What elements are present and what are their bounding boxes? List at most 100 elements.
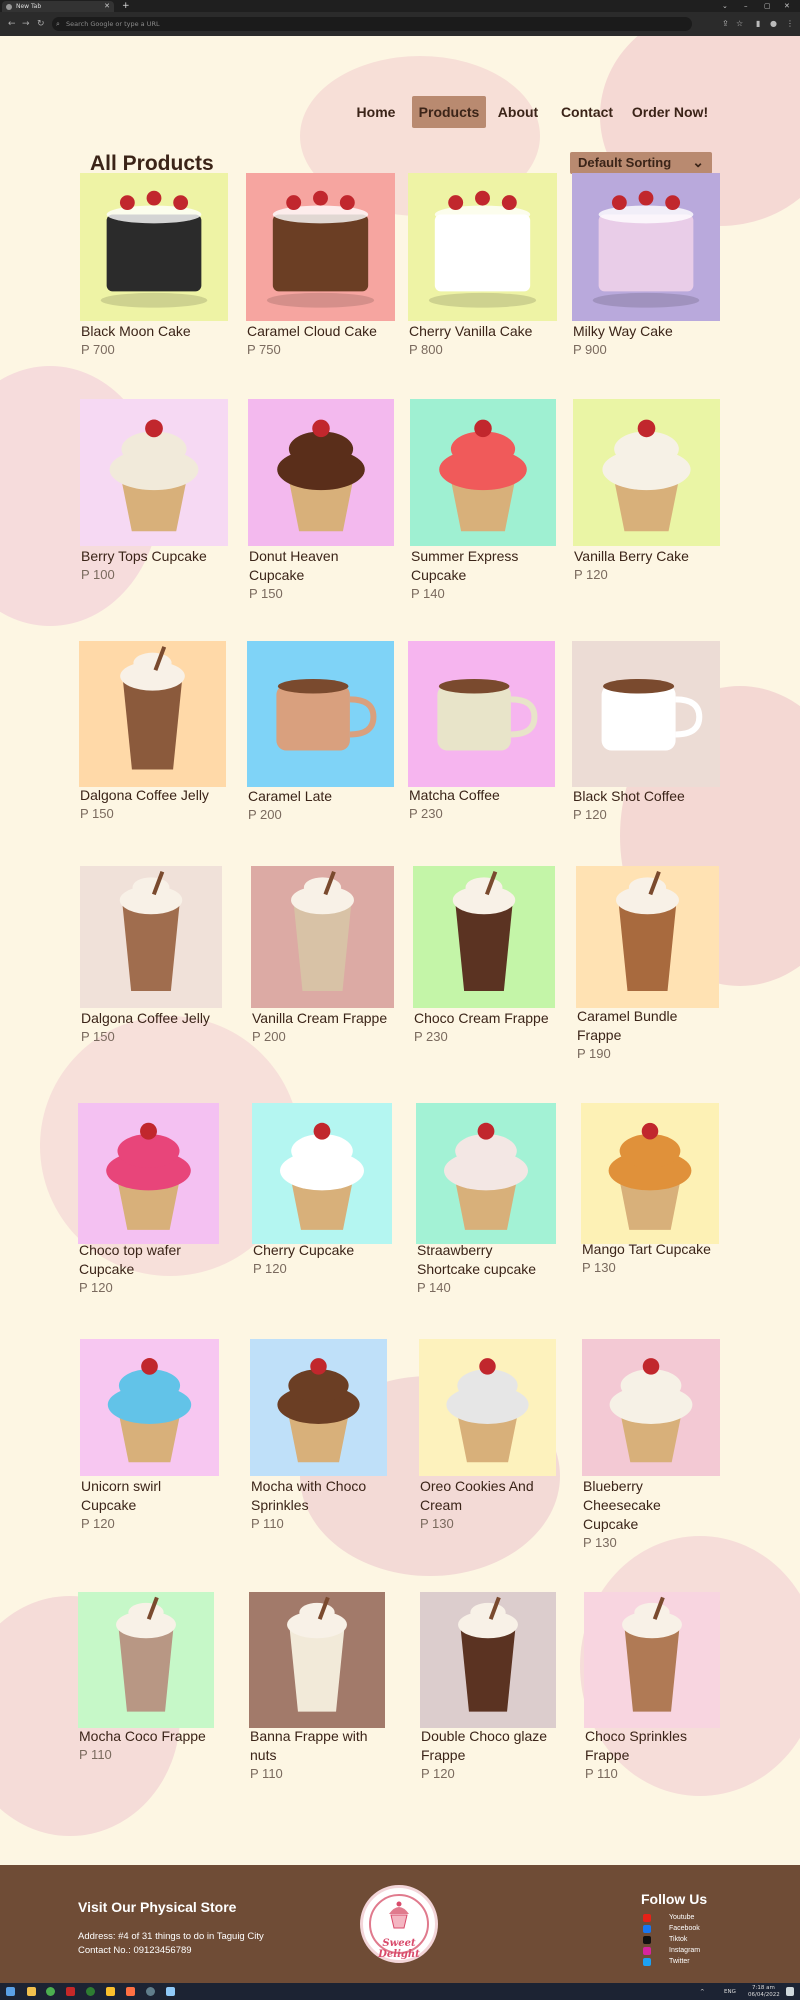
nav-about[interactable]: About: [494, 96, 542, 128]
maximize-icon[interactable]: ▢: [764, 0, 771, 12]
product-image[interactable]: [576, 866, 719, 1008]
product-name: Black Shot Coffee: [573, 788, 685, 804]
tray-chevron-icon[interactable]: ^: [700, 1988, 705, 1996]
product-image[interactable]: [408, 173, 557, 321]
product-image[interactable]: [249, 1592, 385, 1728]
product-price: P 110: [79, 1747, 112, 1762]
product-image[interactable]: [251, 866, 394, 1008]
product-name: Summer Express Cupcake: [411, 548, 519, 583]
product-image[interactable]: [252, 1103, 392, 1244]
nav-contact[interactable]: Contact: [557, 96, 617, 128]
chrome-taskbar-icon[interactable]: [46, 1987, 55, 1996]
social-label: Facebook: [669, 1925, 700, 1932]
close-window-icon[interactable]: ✕: [784, 0, 790, 12]
product-price: P 150: [81, 1029, 115, 1044]
product-image[interactable]: [80, 1339, 219, 1476]
language-indicator[interactable]: ENG: [724, 1988, 736, 1996]
product-name: Blueberry Cheesecake Cupcake: [583, 1478, 661, 1532]
product-image[interactable]: [572, 173, 720, 321]
product-name: Caramel Bundle Frappe: [577, 1008, 678, 1043]
product-image[interactable]: [80, 173, 228, 321]
new-tab-icon[interactable]: +: [122, 0, 130, 12]
share-icon[interactable]: ⇪: [722, 17, 729, 31]
notifications-icon[interactable]: [786, 1987, 794, 1996]
browser-tab-strip: New Tab ✕ + ⌄ – ▢ ✕: [0, 0, 800, 12]
store-contact: Contact No.: 09123456789: [78, 1945, 192, 1956]
sort-label: Default Sorting: [578, 155, 672, 170]
nav-order-now[interactable]: Order Now!: [630, 96, 710, 128]
search-icon: ⌕: [56, 20, 60, 28]
forward-icon[interactable]: →: [22, 17, 30, 31]
app-red-icon[interactable]: [66, 1987, 75, 1996]
reload-icon[interactable]: ↻: [37, 17, 45, 31]
product-name: Straawberry Shortcake cupcake: [417, 1242, 537, 1277]
active-app-icon[interactable]: [166, 1987, 175, 1996]
product-name: Caramel Cloud Cake: [247, 323, 377, 339]
product-image[interactable]: [581, 1103, 719, 1244]
product-image[interactable]: [416, 1103, 556, 1244]
product-image[interactable]: [79, 641, 226, 787]
windows-start-icon[interactable]: [6, 1987, 15, 1996]
product-image[interactable]: [582, 1339, 720, 1476]
product-image[interactable]: [572, 641, 720, 787]
footer: Visit Our Physical Store Address: #4 of …: [0, 1865, 800, 1983]
file-explorer-icon[interactable]: [27, 1987, 36, 1996]
product-price: P 700: [81, 342, 115, 357]
product-price: P 130: [420, 1516, 454, 1531]
sticky-notes-icon[interactable]: [106, 1987, 115, 1996]
sweet-delight-logo: Sweet Delight: [360, 1885, 438, 1963]
product-price: P 120: [573, 807, 607, 822]
product-image[interactable]: [247, 641, 394, 787]
browser-tab[interactable]: New Tab ✕: [2, 1, 114, 12]
product-name: Matcha Coffee: [409, 787, 500, 803]
social-label: Instagram: [669, 1947, 701, 1954]
product-name: Dalgona Coffee Jelly: [81, 1010, 210, 1026]
youtube-icon: [643, 1914, 651, 1922]
nav-products[interactable]: Products: [412, 96, 486, 128]
menu-kebab-icon[interactable]: ⋮: [786, 17, 794, 31]
sort-dropdown[interactable]: Default Sorting ⌄: [570, 152, 712, 174]
chevron-down-icon: ⌄: [692, 154, 704, 170]
profile-icon[interactable]: ●: [770, 17, 777, 31]
product-image[interactable]: [419, 1339, 556, 1476]
product-price: P 190: [577, 1046, 611, 1061]
product-image[interactable]: [80, 866, 222, 1008]
bookmark-star-icon[interactable]: ☆: [736, 17, 743, 31]
sidebar-icon[interactable]: ▮: [756, 17, 760, 31]
product-image[interactable]: [248, 399, 394, 546]
product-image[interactable]: [78, 1592, 214, 1728]
nav-home[interactable]: Home: [350, 96, 402, 128]
product-name: Cherry Vanilla Cake: [409, 323, 533, 339]
minimize-icon[interactable]: –: [744, 0, 748, 12]
product-name: Dalgona Coffee Jelly: [80, 787, 209, 803]
product-image[interactable]: [410, 399, 556, 546]
spotify-icon[interactable]: [86, 1987, 95, 1996]
address-bar[interactable]: ⌕ Search Google or type a URL: [52, 17, 692, 31]
tiktok-icon: [643, 1936, 651, 1944]
product-image[interactable]: [584, 1592, 720, 1728]
product-price: P 150: [80, 806, 114, 821]
product-image[interactable]: [420, 1592, 556, 1728]
back-icon[interactable]: ←: [8, 17, 16, 31]
chevron-down-icon[interactable]: ⌄: [722, 0, 728, 12]
product-price: P 140: [411, 586, 445, 601]
cupcake-logo-icon: [389, 1901, 409, 1929]
close-tab-icon[interactable]: ✕: [104, 1, 110, 12]
product-name: Mocha with Choco Sprinkles: [251, 1478, 367, 1513]
clock-date[interactable]: 06/04/2022: [748, 1991, 780, 1999]
product-image[interactable]: [250, 1339, 387, 1476]
product-image[interactable]: [78, 1103, 219, 1244]
product-name: Choco top wafer Cupcake: [79, 1242, 181, 1277]
vlc-icon[interactable]: [126, 1987, 135, 1996]
follow-title: Follow Us: [641, 1891, 708, 1907]
product-image[interactable]: [413, 866, 555, 1008]
product-image[interactable]: [246, 173, 395, 321]
product-name: Banna Frappe with nuts: [250, 1728, 368, 1763]
product-image[interactable]: [408, 641, 555, 787]
product-image[interactable]: [573, 399, 720, 546]
store-address: Address: #4 of 31 things to do in Taguig…: [78, 1931, 264, 1942]
browser-toolbar: ← → ↻ ⌕ Search Google or type a URL ⇪ ☆ …: [0, 12, 800, 36]
product-image[interactable]: [80, 399, 228, 546]
browser-taskbar-icon[interactable]: [146, 1987, 155, 1996]
logo-text: Sweet Delight: [378, 1938, 420, 1960]
